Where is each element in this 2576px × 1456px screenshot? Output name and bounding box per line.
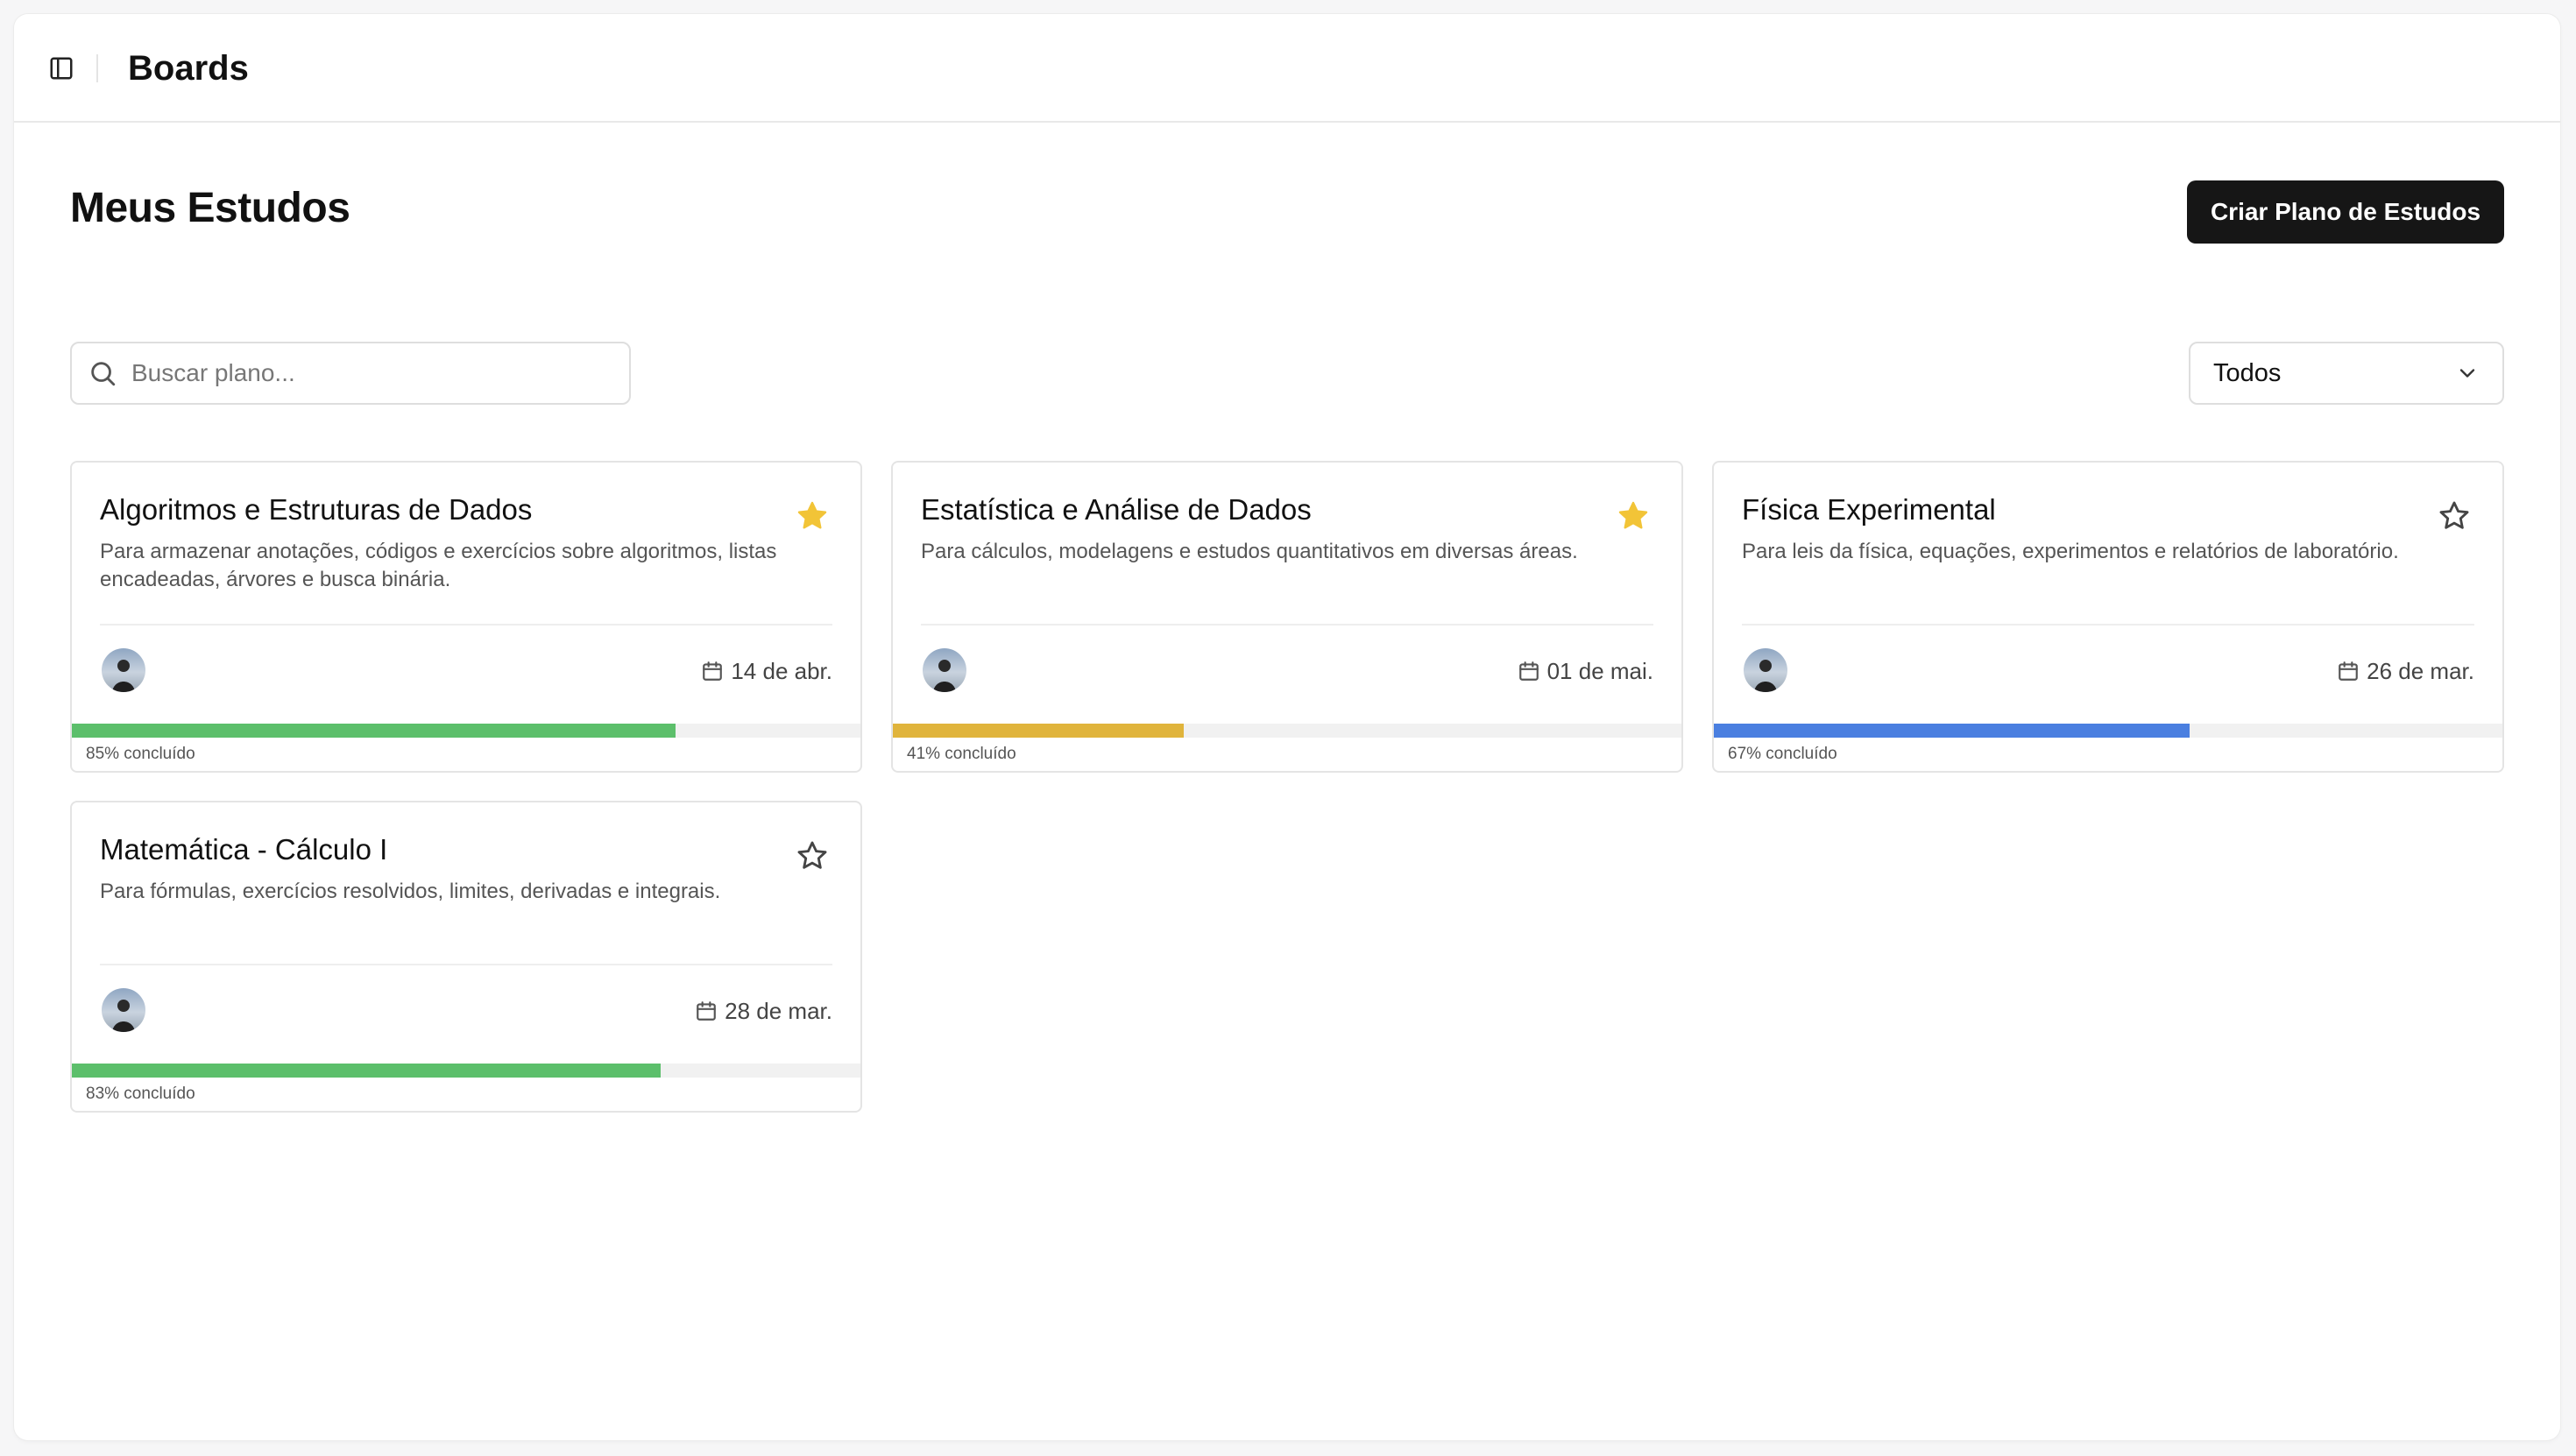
create-study-plan-button[interactable]: Criar Plano de Estudos <box>2187 180 2504 244</box>
search-input[interactable] <box>130 358 624 388</box>
progress-fill <box>72 1064 662 1078</box>
chevron-down-icon <box>2455 361 2480 385</box>
filter-select[interactable]: Todos <box>2189 342 2504 405</box>
filter-selected-value: Todos <box>2213 358 2282 387</box>
avatar <box>1744 648 1787 692</box>
card-description: Para fórmulas, exercícios resolvidos, li… <box>100 880 721 903</box>
progress-bar <box>72 724 860 738</box>
calendar-icon <box>2337 660 2360 682</box>
star-icon[interactable] <box>2438 499 2471 533</box>
star-icon[interactable] <box>1617 499 1650 533</box>
avatar <box>102 988 145 1032</box>
progress-bar <box>893 724 1681 738</box>
progress-bar <box>1714 724 2502 738</box>
study-plan-card[interactable]: Matemática - Cálculo I Para fórmulas, ex… <box>70 801 862 1113</box>
calendar-icon <box>695 1000 718 1022</box>
search-icon <box>88 358 117 388</box>
page-title: Meus Estudos <box>70 185 350 231</box>
card-title: Física Experimental <box>1742 493 1996 526</box>
study-plan-card[interactable]: Estatística e Análise de Dados Para cálc… <box>891 461 1683 773</box>
card-date: 14 de abr. <box>701 654 832 689</box>
topbar-divider <box>96 54 98 82</box>
progress-label: 85% concluído <box>86 745 195 763</box>
card-title: Matemática - Cálculo I <box>100 833 388 866</box>
card-title: Estatística e Análise de Dados <box>921 493 1312 526</box>
topbar-title: Boards <box>128 49 249 88</box>
card-date: 01 de mai. <box>1518 654 1653 689</box>
card-date-text: 01 de mai. <box>1546 657 1653 684</box>
card-description: Para cálculos, modelagens e estudos quan… <box>921 540 1578 563</box>
card-date-text: 26 de mar. <box>2367 657 2474 684</box>
progress-label: 67% concluído <box>1728 745 1837 763</box>
calendar-icon <box>1518 660 1540 682</box>
progress-fill <box>1714 724 2190 738</box>
card-divider <box>921 624 1653 626</box>
avatar <box>923 648 966 692</box>
card-divider <box>1742 624 2474 626</box>
sidebar-toggle-icon[interactable] <box>46 53 77 84</box>
star-icon[interactable] <box>796 499 829 533</box>
card-title: Algoritmos e Estruturas de Dados <box>100 493 533 526</box>
card-description: Para leis da física, equações, experimen… <box>1742 540 2399 563</box>
study-plan-card[interactable]: Física Experimental Para leis da física,… <box>1712 461 2504 773</box>
card-divider <box>100 964 832 965</box>
card-divider <box>100 624 832 626</box>
calendar-icon <box>701 660 724 682</box>
card-date: 28 de mar. <box>695 993 832 1028</box>
top-bar: Boards <box>14 14 2560 123</box>
progress-label: 83% concluído <box>86 1085 195 1103</box>
progress-fill <box>893 724 1185 738</box>
study-plan-card[interactable]: Algoritmos e Estruturas de Dados Para ar… <box>70 461 862 773</box>
card-date: 26 de mar. <box>2337 654 2474 689</box>
search-box[interactable] <box>70 342 631 405</box>
app-window: Boards Meus Estudos Criar Plano de Estud… <box>14 14 2560 1440</box>
progress-bar <box>72 1064 860 1078</box>
star-icon[interactable] <box>796 839 829 873</box>
progress-fill <box>72 724 676 738</box>
progress-label: 41% concluído <box>907 745 1016 763</box>
card-date-text: 28 de mar. <box>725 997 832 1024</box>
card-description: Para armazenar anotações, códigos e exer… <box>100 540 777 591</box>
avatar <box>102 648 145 692</box>
card-date-text: 14 de abr. <box>731 657 832 684</box>
